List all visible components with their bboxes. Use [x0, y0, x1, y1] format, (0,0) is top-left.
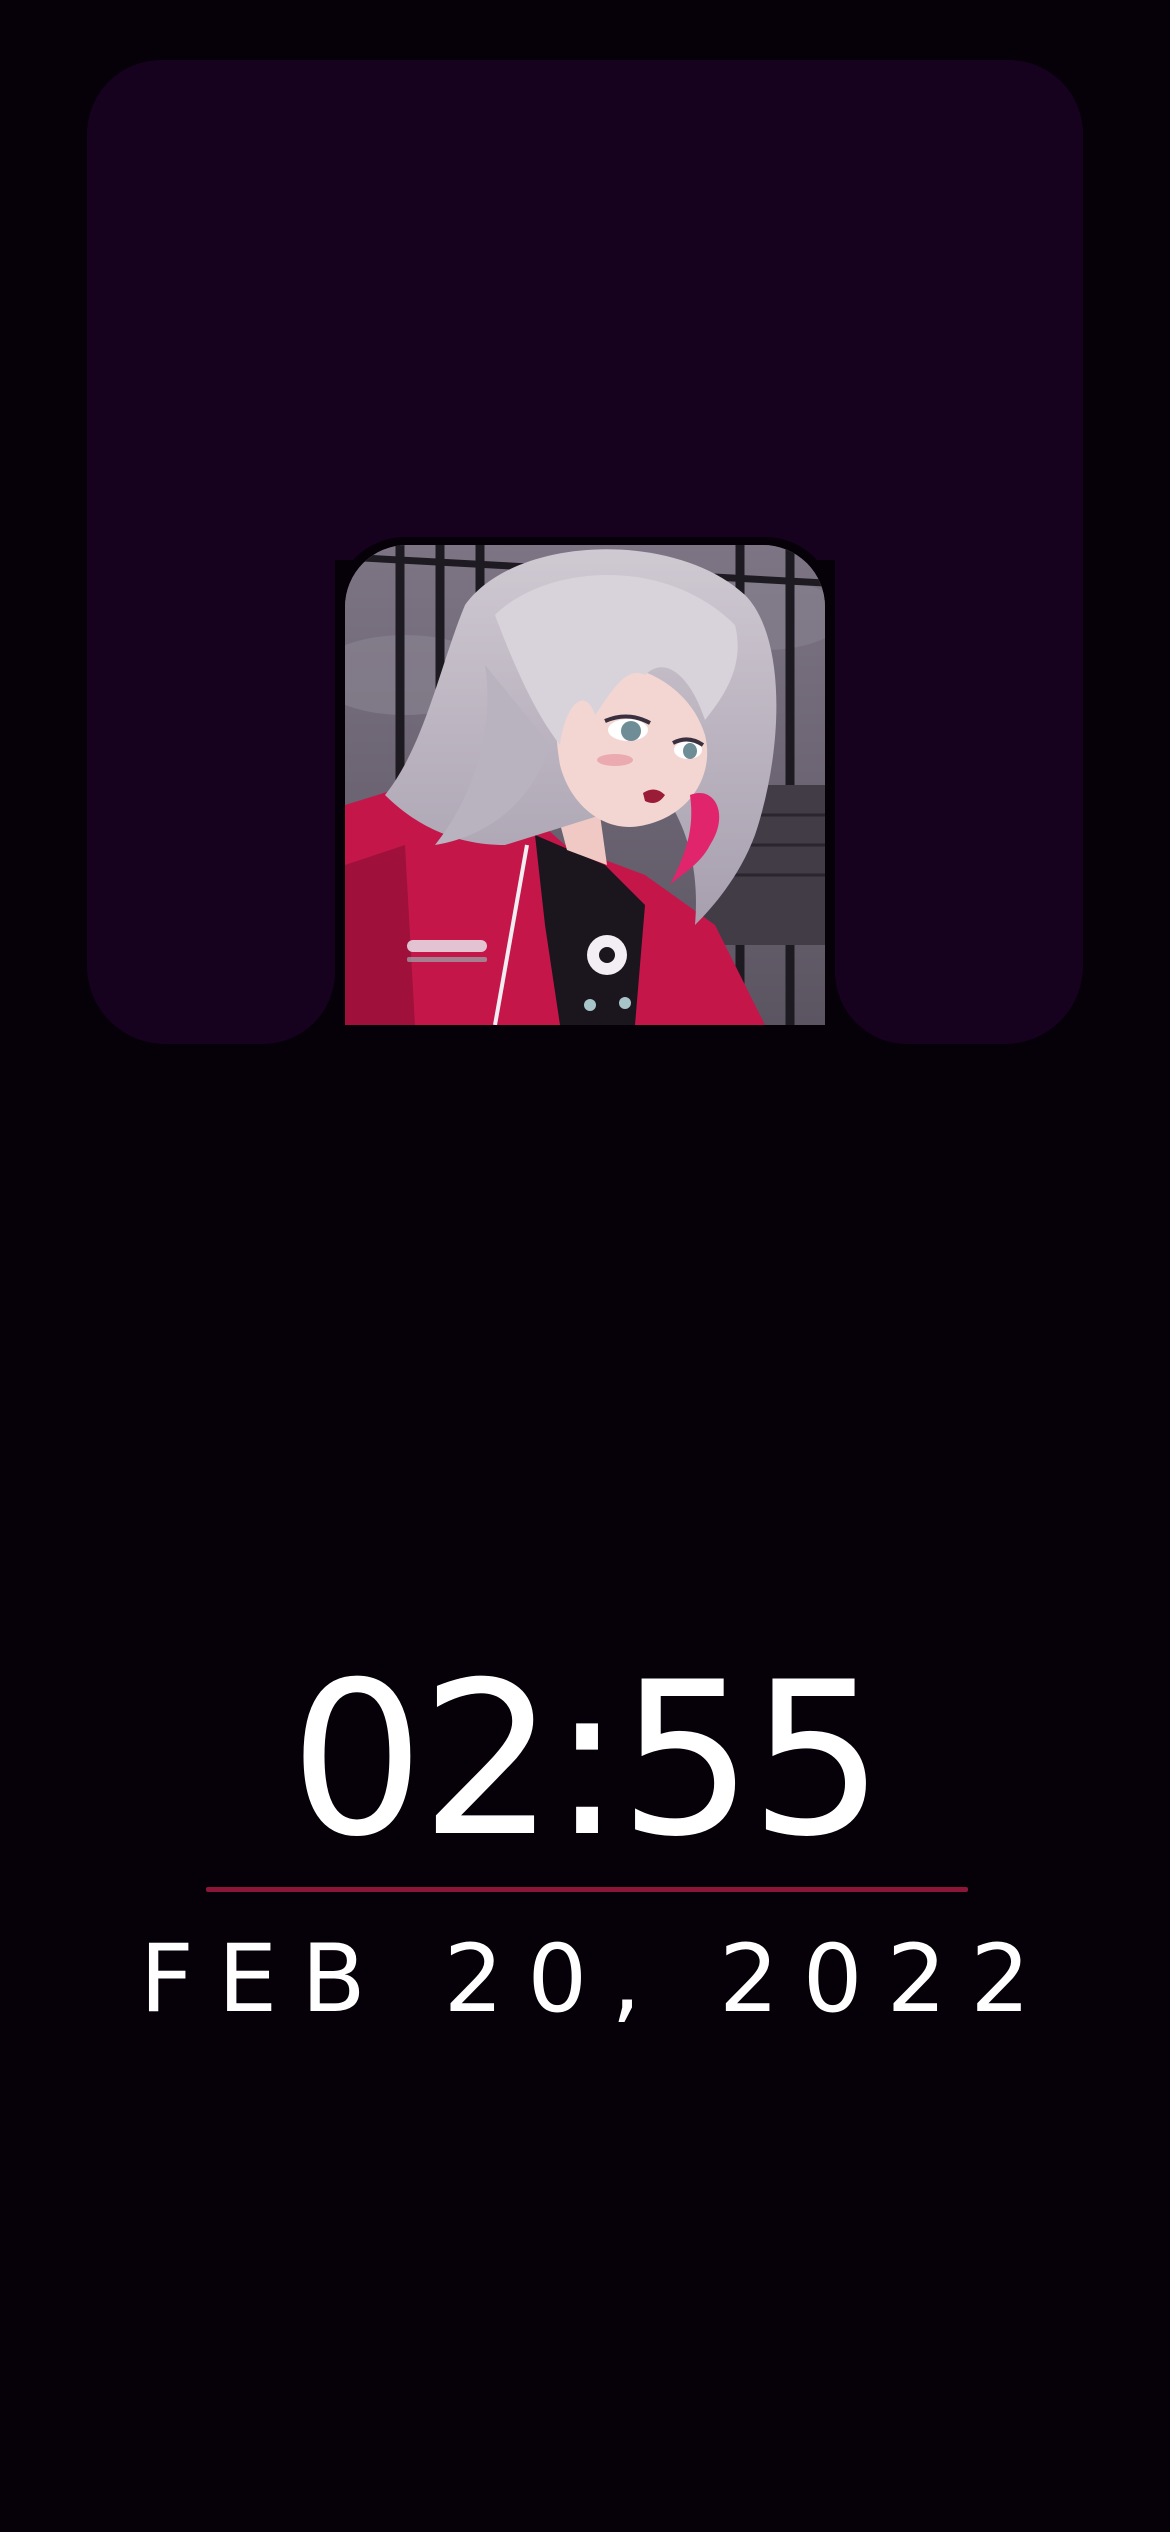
widget-photo[interactable]	[345, 545, 825, 1025]
widget-card-left-panel	[87, 540, 335, 1044]
clock-divider	[206, 1887, 968, 1892]
clock-time: 02:55	[289, 1636, 885, 1883]
widget-card-right-panel	[835, 540, 1083, 1044]
clock-date: FEB 20, 2022	[139, 1925, 1055, 2034]
anime-girl-illustration	[345, 545, 825, 1025]
lock-screen: 02:55 FEB 20, 2022	[0, 0, 1170, 2532]
widget-card	[87, 60, 1083, 560]
